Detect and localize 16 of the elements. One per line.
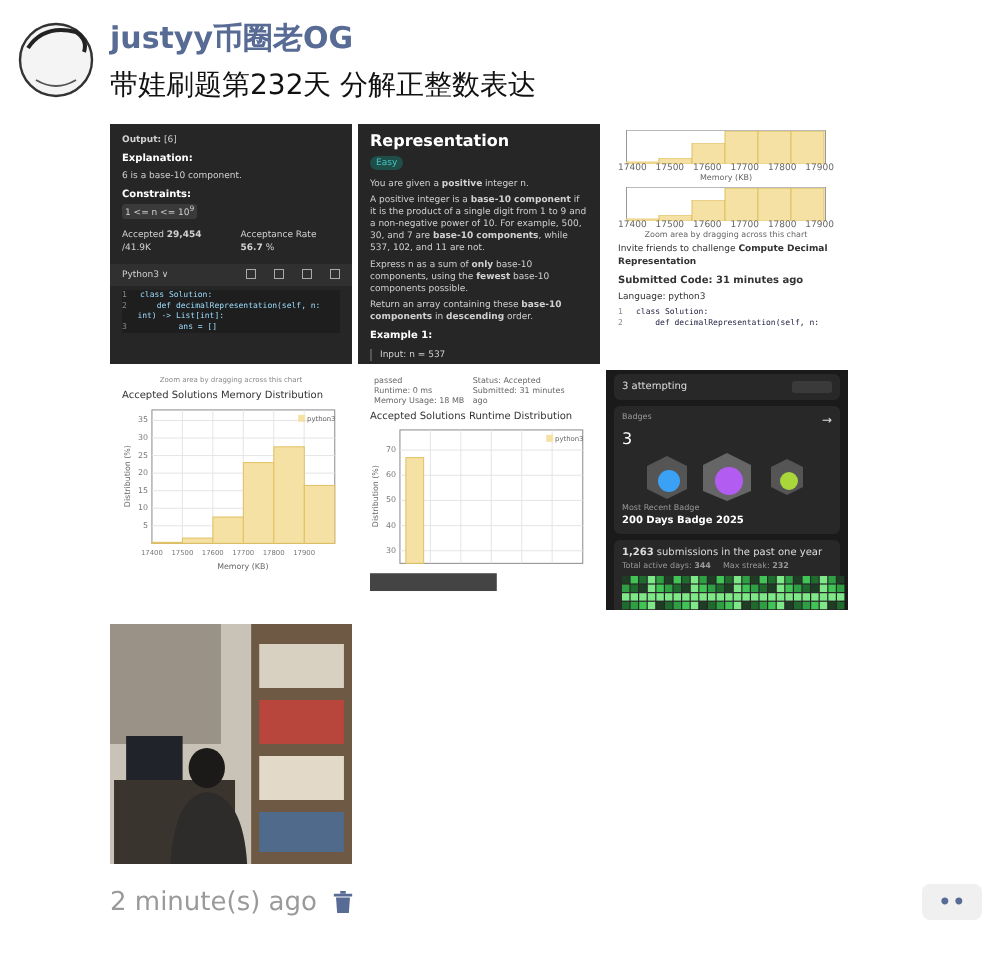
histogram-bar [405, 457, 425, 564]
toolbar-icon[interactable] [302, 268, 312, 279]
screenshot-thumbnail[interactable] [358, 124, 600, 364]
author-name[interactable]: justyy币圈老OG [110, 20, 990, 56]
tooltip [370, 573, 497, 592]
badges-count: 3 [622, 427, 635, 450]
screenshot-thumbnail[interactable] [110, 124, 352, 364]
toolbar-icon[interactable] [274, 268, 284, 279]
timestamp: 2 minute(s) ago [110, 887, 317, 917]
problem-title: Representation [370, 130, 512, 152]
avatar-drawing [16, 20, 96, 100]
more-button[interactable]: •• [921, 884, 982, 920]
trash-icon[interactable] [332, 890, 355, 914]
toolbar-icon[interactable] [246, 268, 256, 279]
toolbar-icon[interactable] [330, 268, 340, 279]
post-text: 带娃刷题第232天 分解正整数表达 [110, 68, 539, 104]
